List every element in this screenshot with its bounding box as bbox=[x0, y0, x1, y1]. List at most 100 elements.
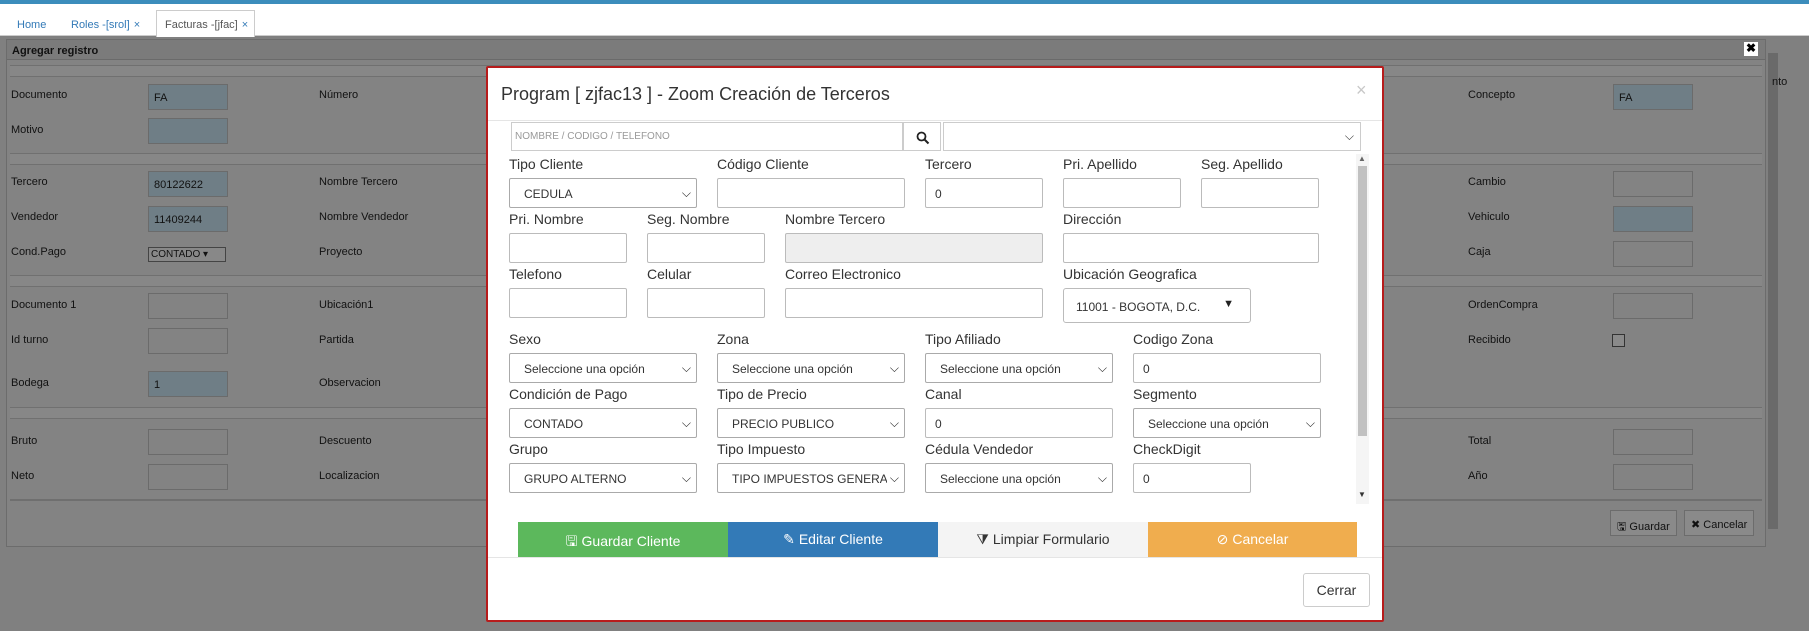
total-field[interactable] bbox=[1613, 429, 1693, 455]
tercero-field[interactable]: 80122622 bbox=[148, 171, 228, 197]
documento1-field[interactable] bbox=[148, 293, 228, 319]
seg-nombre-input[interactable] bbox=[647, 233, 765, 263]
window-guardar-button[interactable]: 🖫 Guardar bbox=[1610, 510, 1677, 536]
editar-cliente-label: Editar Cliente bbox=[798, 531, 883, 547]
cond-pago-select[interactable]: CONTADO ▾ bbox=[148, 247, 226, 262]
ubicacion-select[interactable]: 11001 - BOGOTA, D.C. ▼ bbox=[1063, 288, 1251, 323]
condicion-pago-select[interactable]: CONTADO ⌵ bbox=[509, 408, 697, 438]
id-turno-field[interactable] bbox=[148, 328, 228, 354]
orden-compra-field[interactable] bbox=[1613, 293, 1693, 319]
search-button[interactable] bbox=[903, 122, 941, 151]
motivo-field[interactable] bbox=[148, 118, 228, 144]
label-tercero-modal: Tercero bbox=[925, 156, 972, 172]
tab-roles-close-icon[interactable]: × bbox=[134, 19, 140, 31]
label-checkdigit: CheckDigit bbox=[1133, 441, 1201, 457]
bodega-field[interactable]: 1 bbox=[148, 371, 228, 397]
tab-roles[interactable]: Roles -[srol] × bbox=[62, 10, 147, 37]
label-localizacion: Localizacion bbox=[319, 470, 380, 482]
guardar-cliente-label: Guardar Cliente bbox=[581, 533, 681, 549]
chevron-down-icon: ⌵ bbox=[1344, 129, 1354, 143]
cerrar-button[interactable]: Cerrar bbox=[1303, 573, 1370, 607]
search-results-select[interactable]: ⌵ bbox=[943, 122, 1361, 151]
label-condicion-pago: Condición de Pago bbox=[509, 386, 628, 402]
vendedor-field[interactable]: 11409244 bbox=[148, 206, 228, 232]
celular-input[interactable] bbox=[647, 288, 765, 318]
label-seg-nombre: Seg. Nombre bbox=[647, 211, 730, 227]
tab-bar: Home Roles -[srol] × Facturas -[jfac] × bbox=[0, 4, 1809, 38]
direccion-input[interactable] bbox=[1063, 233, 1319, 263]
label-celular: Celular bbox=[647, 266, 692, 282]
cedula-vendedor-select[interactable]: Seleccione una opción ⌵ bbox=[925, 463, 1113, 493]
window-cancelar-button[interactable]: ✖ Cancelar bbox=[1684, 510, 1755, 536]
scrollbar-thumb[interactable] bbox=[1358, 166, 1367, 436]
segmento-select[interactable]: Seleccione una opción ⌵ bbox=[1133, 408, 1321, 438]
chevron-down-icon: ⌵ bbox=[886, 361, 899, 376]
vehiculo-field[interactable] bbox=[1613, 206, 1693, 232]
tipo-afiliado-select[interactable]: Seleccione una opción ⌵ bbox=[925, 353, 1113, 383]
chevron-down-icon: ⌵ bbox=[1094, 361, 1107, 376]
recibido-checkbox[interactable] bbox=[1612, 334, 1625, 347]
caja-field[interactable] bbox=[1613, 241, 1693, 267]
anio-field[interactable] bbox=[1613, 464, 1693, 490]
pri-nombre-input[interactable] bbox=[509, 233, 627, 263]
label-direccion: Dirección bbox=[1063, 211, 1122, 227]
modal-title: Program [ zjfac13 ] - Zoom Creación de T… bbox=[501, 84, 890, 104]
label-pri-apellido: Pri. Apellido bbox=[1063, 156, 1137, 172]
nombre-tercero-input bbox=[785, 233, 1043, 263]
chevron-down-icon: ⌵ bbox=[886, 471, 899, 486]
tipo-impuesto-value: TIPO IMPUESTOS GENERAL bbox=[732, 472, 895, 486]
partial-right-label: nto bbox=[1772, 76, 1788, 88]
label-cambio: Cambio bbox=[1468, 176, 1506, 188]
label-tipo-cliente: Tipo Cliente bbox=[509, 156, 584, 172]
form-scrollbar[interactable]: ▲ ▼ bbox=[1356, 154, 1369, 504]
seg-apellido-input[interactable] bbox=[1201, 178, 1319, 208]
neto-field[interactable] bbox=[148, 464, 228, 490]
tab-home[interactable]: Home bbox=[8, 10, 53, 37]
search-icon bbox=[916, 131, 930, 145]
codigo-cliente-input[interactable] bbox=[717, 178, 905, 208]
label-cond-pago: Cond.Pago bbox=[11, 246, 67, 258]
telefono-input[interactable] bbox=[509, 288, 627, 318]
scrollbar-thumb[interactable] bbox=[1768, 53, 1778, 529]
correo-input[interactable] bbox=[785, 288, 1043, 318]
search-input[interactable]: NOMBRE / CODIGO / TELEFONO bbox=[511, 122, 903, 151]
window-close-icon[interactable]: ✖ bbox=[1744, 42, 1758, 56]
bruto-field[interactable] bbox=[148, 429, 228, 455]
grupo-select[interactable]: GRUPO ALTERNO ⌵ bbox=[509, 463, 697, 493]
window-scrollbar[interactable] bbox=[1765, 39, 1779, 547]
checkdigit-input[interactable]: 0 bbox=[1133, 463, 1251, 493]
label-grupo: Grupo bbox=[509, 441, 548, 457]
label-bodega: Bodega bbox=[11, 377, 49, 389]
cancelar-button[interactable]: ⊘ Cancelar bbox=[1148, 522, 1357, 557]
modal-close-icon[interactable]: × bbox=[1356, 80, 1367, 101]
zona-select[interactable]: Seleccione una opción ⌵ bbox=[717, 353, 905, 383]
codigo-zona-input[interactable]: 0 bbox=[1133, 353, 1321, 383]
label-anio: Año bbox=[1468, 470, 1488, 482]
caret-down-icon: ▼ bbox=[1223, 298, 1234, 310]
scroll-up-icon[interactable]: ▲ bbox=[1358, 154, 1366, 163]
pri-apellido-input[interactable] bbox=[1063, 178, 1181, 208]
tab-facturas-close-icon[interactable]: × bbox=[242, 19, 248, 31]
sexo-select[interactable]: Seleccione una opción ⌵ bbox=[509, 353, 697, 383]
chevron-down-icon: ⌵ bbox=[678, 186, 691, 201]
label-segmento: Segmento bbox=[1133, 386, 1197, 402]
tipo-precio-select[interactable]: PRECIO PUBLICO ⌵ bbox=[717, 408, 905, 438]
label-motivo: Motivo bbox=[11, 124, 44, 136]
scroll-down-icon[interactable]: ▼ bbox=[1358, 490, 1366, 499]
tipo-impuesto-select[interactable]: TIPO IMPUESTOS GENERAL ⌵ bbox=[717, 463, 905, 493]
canal-input[interactable]: 0 bbox=[925, 408, 1113, 438]
segmento-value: Seleccione una opción bbox=[1148, 417, 1269, 431]
tab-facturas[interactable]: Facturas -[jfac] × bbox=[156, 10, 256, 38]
editar-cliente-button[interactable]: ✎ Editar Cliente bbox=[728, 522, 938, 557]
modal-header-divider bbox=[488, 120, 1382, 121]
tipo-cliente-select[interactable]: CEDULA ⌵ bbox=[509, 178, 697, 208]
guardar-cliente-button[interactable]: 🖫 Guardar Cliente bbox=[518, 522, 728, 557]
documento-field[interactable]: FA bbox=[148, 84, 228, 110]
chevron-down-icon: ⌵ bbox=[1302, 416, 1315, 431]
tercero-input[interactable]: 0 bbox=[925, 178, 1043, 208]
cambio-field[interactable] bbox=[1613, 171, 1693, 197]
concepto-field[interactable]: FA bbox=[1613, 84, 1693, 110]
label-canal: Canal bbox=[925, 386, 962, 402]
limpiar-formulario-button[interactable]: ⧩ Limpiar Formulario bbox=[938, 522, 1148, 557]
chevron-down-icon: ⌵ bbox=[678, 471, 691, 486]
